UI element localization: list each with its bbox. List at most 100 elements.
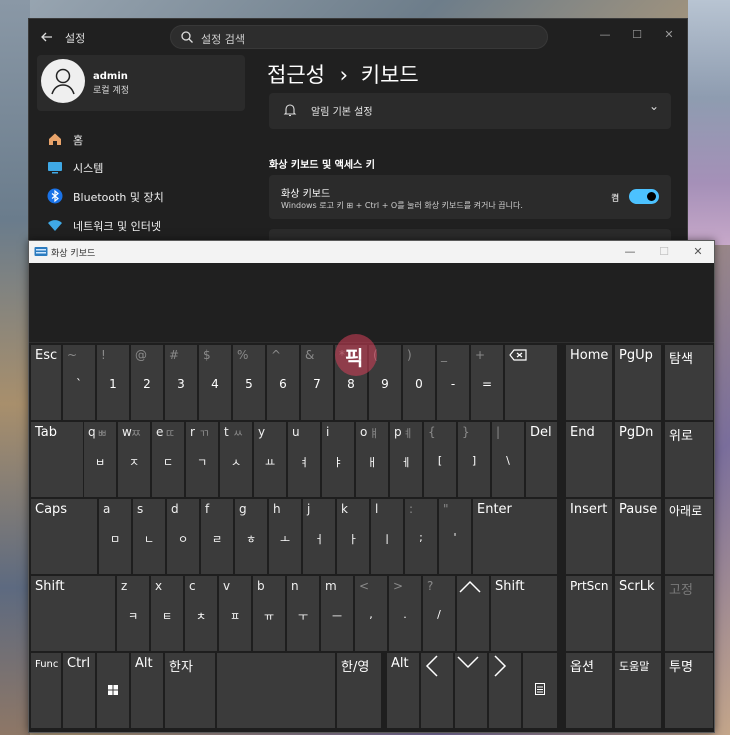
key-1[interactable]: ! 1 [97, 345, 129, 420]
key-end[interactable]: End [566, 422, 612, 497]
osk-maximize-button[interactable]: ☐ [655, 242, 673, 262]
key-c[interactable]: cㅊ [185, 576, 217, 651]
key-nav[interactable]: 탐색 [665, 345, 713, 420]
key-options[interactable]: 옵션 [566, 653, 612, 728]
key-en-label: l [375, 502, 379, 516]
key-prtscn[interactable]: PrtScn [566, 576, 612, 651]
sidebar-item-system[interactable]: 시스템 [37, 153, 245, 181]
key-shift-left[interactable]: Shift [31, 576, 115, 651]
key-d[interactable]: dㅇ [167, 499, 199, 574]
maximize-button[interactable]: ☐ [627, 25, 647, 45]
key-minus[interactable]: _ - [437, 345, 469, 420]
key-a[interactable]: aㅁ [99, 499, 131, 574]
key-ctrl-left[interactable]: Ctrl [63, 653, 95, 728]
osk-title: 화상 키보드 [51, 249, 96, 259]
key-7[interactable]: & 7 [301, 345, 333, 420]
key-u[interactable]: uㅕ [288, 422, 320, 497]
key-o[interactable]: oㅒㅐ [356, 422, 388, 497]
key-b[interactable]: bㅠ [253, 576, 285, 651]
key-h[interactable]: hㅗ [269, 499, 301, 574]
key-arrow-up[interactable] [457, 576, 489, 651]
key-arrow-right[interactable] [489, 653, 521, 728]
key-alt-right[interactable]: Alt [387, 653, 419, 728]
key-6[interactable]: ^ 6 [267, 345, 299, 420]
key-n[interactable]: nㅜ [287, 576, 319, 651]
key-alt-left[interactable]: Alt [131, 653, 163, 728]
back-button[interactable] [37, 27, 57, 47]
key-w[interactable]: wㅉㅈ [118, 422, 150, 497]
key-comma[interactable]: <, [355, 576, 387, 651]
key-del[interactable]: Del [526, 422, 557, 497]
key-f[interactable]: fㄹ [201, 499, 233, 574]
key-fn[interactable]: Func [31, 653, 61, 728]
key-right-bracket[interactable]: }] [458, 422, 490, 497]
key-shift-right[interactable]: Shift [491, 576, 557, 651]
key-e[interactable]: eㄸㄷ [152, 422, 184, 497]
key-home[interactable]: Home [566, 345, 612, 420]
key-quote[interactable]: " ' [439, 499, 471, 574]
key-windows[interactable] [97, 653, 129, 728]
key-m[interactable]: mㅡ [321, 576, 353, 651]
key-esc[interactable]: Esc [31, 345, 61, 420]
key-dock[interactable]: 고정 [665, 576, 713, 651]
close-button[interactable]: ✕ [659, 25, 679, 45]
sidebar-item-network[interactable]: 네트워크 및 인터넷 [37, 211, 245, 239]
osk-minimize-button[interactable]: — [621, 242, 639, 262]
key-pause[interactable]: Pause [615, 499, 661, 574]
key-fade[interactable]: 투명 [665, 653, 713, 728]
key-space[interactable] [217, 653, 335, 728]
key-semicolon[interactable]: :; [405, 499, 437, 574]
key-slash[interactable]: ? / [423, 576, 455, 651]
key-r[interactable]: rㄲㄱ [186, 422, 218, 497]
breadcrumb-parent[interactable]: 접근성 [267, 63, 325, 87]
sidebar-item-bluetooth[interactable]: Bluetooth 및 장치 [37, 182, 245, 210]
key-scrlk[interactable]: ScrLk [615, 576, 661, 651]
key-hanyoung[interactable]: 한/영 [337, 653, 381, 728]
osk-toggle[interactable] [629, 189, 659, 204]
key-backtick[interactable]: ~ ` [63, 345, 95, 420]
watermark-text: 픽 [345, 346, 364, 370]
user-profile[interactable]: admin 로컬 계정 [37, 55, 245, 111]
key-q[interactable]: qㅃㅂ [84, 422, 116, 497]
key-2[interactable]: @2 [131, 345, 163, 420]
key-up-nav[interactable]: 위로 [665, 422, 713, 497]
key-enter[interactable]: Enter [473, 499, 557, 574]
key-3[interactable]: #3 [165, 345, 197, 420]
key-y[interactable]: yㅛ [254, 422, 286, 497]
key-x[interactable]: xㅌ [151, 576, 183, 651]
key-v[interactable]: vㅍ [219, 576, 251, 651]
key-t[interactable]: tㅆㅅ [220, 422, 252, 497]
key-backslash[interactable]: | \ [492, 422, 524, 497]
key-arrow-left[interactable] [421, 653, 453, 728]
key-help[interactable]: 도움말 [615, 653, 661, 728]
key-g[interactable]: gㅎ [235, 499, 267, 574]
key-5[interactable]: % 5 [233, 345, 265, 420]
key-pgup[interactable]: PgUp [615, 345, 661, 420]
key-period[interactable]: >. [389, 576, 421, 651]
key-insert[interactable]: Insert [566, 499, 612, 574]
sidebar-item-home[interactable]: 홈 [37, 125, 245, 153]
key-l[interactable]: lㅣ [371, 499, 403, 574]
key-z[interactable]: zㅋ [117, 576, 149, 651]
key-context-menu[interactable] [523, 653, 557, 728]
key-caps[interactable]: Caps [31, 499, 97, 574]
key-4[interactable]: $4 [199, 345, 231, 420]
minimize-button[interactable]: — [595, 25, 615, 45]
key-p[interactable]: pㅖㅔ [390, 422, 422, 497]
key-backspace[interactable] [505, 345, 557, 420]
key-j[interactable]: jㅓ [303, 499, 335, 574]
key-arrow-down[interactable] [455, 653, 487, 728]
key-left-bracket[interactable]: {[ [424, 422, 456, 497]
key-hanja[interactable]: 한자 [165, 653, 215, 728]
key-k[interactable]: kㅏ [337, 499, 369, 574]
key-pgdn[interactable]: PgDn [615, 422, 661, 497]
key-i[interactable]: iㅑ [322, 422, 354, 497]
osk-close-button[interactable]: ✕ [689, 242, 707, 262]
search-box[interactable]: 설정 검색 [170, 25, 548, 49]
notification-settings-row[interactable]: 알림 기본 설정 ⌄ [269, 93, 671, 129]
key-tab[interactable]: Tab [31, 422, 83, 497]
key-equals[interactable]: + = [471, 345, 503, 420]
key-down-nav[interactable]: 아래로 [665, 499, 713, 574]
key-0[interactable]: ) 0 [403, 345, 435, 420]
key-s[interactable]: sㄴ [133, 499, 165, 574]
